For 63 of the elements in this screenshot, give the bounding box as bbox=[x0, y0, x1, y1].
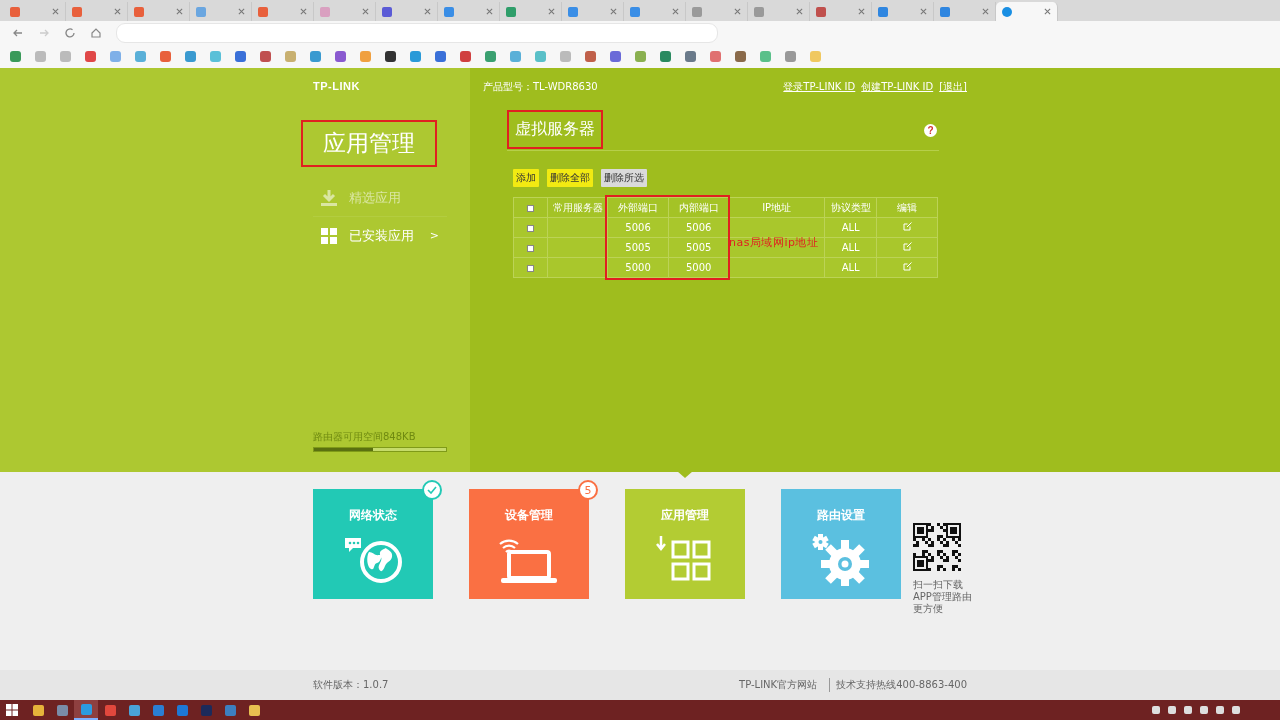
close-icon[interactable] bbox=[610, 8, 617, 15]
column-header: 常用服务器 bbox=[547, 197, 608, 218]
qr-caption: 扫一扫下载 APP管理路由 更方便 bbox=[913, 579, 972, 615]
close-icon[interactable] bbox=[114, 8, 121, 15]
count-badge: 5 bbox=[578, 480, 598, 500]
browser-tab[interactable] bbox=[996, 2, 1058, 21]
close-icon[interactable] bbox=[858, 8, 865, 15]
taskbar-app-icon[interactable] bbox=[74, 700, 98, 720]
app-tile[interactable]: 路由设置 bbox=[781, 489, 901, 599]
app-tile[interactable]: 应用管理 bbox=[625, 489, 745, 599]
edit-icon[interactable] bbox=[902, 242, 912, 251]
app-tile[interactable]: 网络状态 bbox=[313, 489, 433, 599]
reload-icon[interactable] bbox=[64, 27, 76, 39]
sidebar-item[interactable]: 已安装应用 > bbox=[313, 217, 447, 254]
select-all-checkbox[interactable] bbox=[527, 204, 535, 212]
close-icon[interactable] bbox=[176, 8, 183, 15]
close-icon[interactable] bbox=[424, 8, 431, 15]
row-checkbox[interactable] bbox=[527, 224, 535, 232]
download-icon bbox=[321, 189, 337, 206]
help-icon[interactable]: ? bbox=[924, 123, 937, 137]
back-icon[interactable] bbox=[12, 27, 24, 39]
column-header: 协议类型 bbox=[824, 197, 877, 218]
close-icon[interactable] bbox=[796, 8, 803, 15]
close-icon[interactable] bbox=[362, 8, 369, 15]
footer-link[interactable]: 技术支持热线400-8863-400 bbox=[829, 678, 967, 692]
start-icon[interactable] bbox=[6, 704, 18, 716]
annotation-text: nas局域网ip地址 bbox=[729, 235, 819, 250]
section-title: 应用管理 bbox=[301, 120, 437, 167]
qr-code bbox=[913, 523, 961, 571]
close-icon[interactable] bbox=[982, 8, 989, 15]
close-icon[interactable] bbox=[238, 8, 245, 15]
home-icon[interactable] bbox=[90, 27, 102, 39]
address-field[interactable] bbox=[116, 23, 718, 43]
close-icon[interactable] bbox=[52, 8, 59, 15]
row-checkbox[interactable] bbox=[527, 264, 535, 272]
row-checkbox[interactable] bbox=[527, 244, 535, 252]
close-icon[interactable] bbox=[486, 8, 493, 15]
close-icon[interactable] bbox=[1044, 8, 1051, 15]
bookmark-icon[interactable] bbox=[385, 51, 396, 62]
sidebar-item[interactable]: 精选应用 bbox=[313, 179, 447, 217]
column-header: 内部端口 bbox=[668, 197, 729, 218]
close-icon[interactable] bbox=[734, 8, 741, 15]
check-badge-icon bbox=[422, 480, 442, 500]
column-header: 外部端口 bbox=[607, 197, 669, 218]
version-label: 软件版本：1.0.7 bbox=[313, 678, 389, 692]
column-header: IP地址 bbox=[728, 197, 825, 218]
close-icon[interactable] bbox=[672, 8, 679, 15]
edit-icon[interactable] bbox=[902, 262, 912, 271]
edit-icon[interactable] bbox=[902, 222, 912, 231]
header-link[interactable]: 创建TP-LINK ID bbox=[861, 80, 934, 94]
close-icon[interactable] bbox=[300, 8, 307, 15]
close-icon[interactable] bbox=[920, 8, 927, 15]
header-link[interactable]: 登录TP-LINK ID bbox=[783, 80, 856, 94]
model-label: 产品型号：TL-WDR8630 bbox=[483, 80, 598, 94]
action-button[interactable]: 删除全部 bbox=[547, 169, 593, 187]
grid-icon bbox=[321, 227, 337, 244]
column-header: 编辑 bbox=[876, 197, 938, 218]
action-button[interactable]: 添加 bbox=[513, 169, 539, 187]
panel-title: 虚拟服务器 bbox=[507, 110, 603, 149]
footer-link[interactable]: TP-LINK官方网站 bbox=[739, 678, 818, 692]
close-icon[interactable] bbox=[548, 8, 555, 15]
header-link[interactable]: [退出] bbox=[939, 80, 967, 94]
logo: TP-LINK bbox=[313, 80, 361, 92]
